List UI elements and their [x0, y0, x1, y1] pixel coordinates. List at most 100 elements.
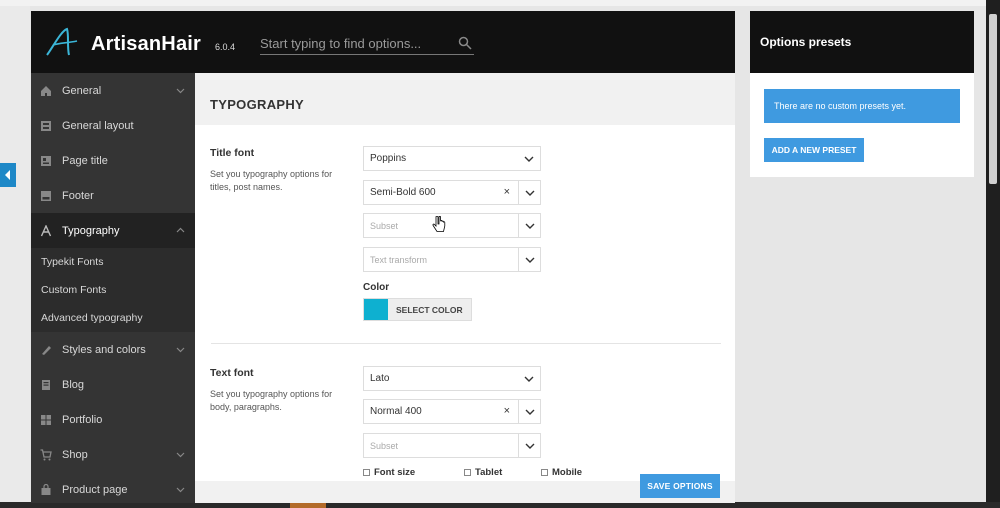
font-size-toggle[interactable]: Font size: [363, 467, 415, 478]
select-value: Poppins: [370, 153, 407, 164]
select-color-button[interactable]: SELECT COLOR: [363, 298, 472, 321]
tablet-label: Tablet: [475, 467, 503, 478]
chevron-down-icon: [525, 443, 534, 449]
save-options-button[interactable]: SAVE OPTIONS: [640, 474, 720, 498]
select-value: Lato: [370, 373, 390, 384]
sidebar-subitem-custom-fonts[interactable]: Custom Fonts: [31, 276, 195, 304]
sidebar-item-label: Typography: [62, 224, 120, 237]
chevron-down-icon: [524, 376, 534, 382]
select-color-label: SELECT COLOR: [396, 304, 463, 315]
blog-icon: [42, 379, 50, 390]
collapse-toggle-icon[interactable]: [0, 163, 16, 187]
search-icon[interactable]: [458, 36, 472, 50]
sidebar-item-label: Product page: [62, 483, 128, 496]
brand-name: ArtisanHair: [91, 33, 202, 55]
text-font-description: Set you typography options for body, par…: [210, 389, 333, 412]
chevron-down-icon: [525, 257, 534, 263]
mobile-icon: [541, 469, 548, 476]
sidebar-item-label: General: [62, 84, 102, 97]
search-box: [260, 33, 474, 55]
select-placeholder: Subset: [370, 220, 399, 231]
sidebar-item-footer[interactable]: Footer: [31, 178, 195, 213]
tablet-icon: [464, 469, 471, 476]
text-font-family-select[interactable]: Lato: [363, 366, 541, 391]
text-font-weight-select[interactable]: Normal 400 ×: [363, 399, 541, 424]
sidebar-item-styles-and-colors[interactable]: Styles and colors: [31, 332, 195, 367]
desktop-icon: [363, 469, 370, 476]
mobile-label: Mobile: [552, 467, 583, 478]
chevron-down-icon: [525, 190, 534, 196]
sidebar-item-blog[interactable]: Blog: [31, 367, 195, 402]
clear-icon[interactable]: ×: [504, 186, 510, 198]
sidebar-item-general-layout[interactable]: General layout: [31, 108, 195, 143]
select-value: Semi-Bold 600: [370, 187, 436, 198]
sidebar-item-label: General layout: [62, 119, 134, 132]
chevron-down-icon: [176, 88, 185, 94]
panel-header: ArtisanHair 6.0.4: [31, 11, 735, 73]
title-font-subset-select[interactable]: Subset: [363, 213, 541, 238]
layout-icon: [41, 120, 51, 131]
search-input[interactable]: [260, 33, 450, 53]
grid-icon: [41, 414, 51, 425]
sidebar-item-portfolio[interactable]: Portfolio: [31, 402, 195, 437]
chevron-down-icon: [176, 347, 185, 353]
title-font-heading: Title font: [210, 147, 255, 159]
typography-icon: [40, 224, 52, 236]
select-placeholder: Text transform: [370, 254, 428, 265]
sidebar-item-label: Blog: [62, 378, 85, 391]
hand-cursor-icon: [432, 216, 446, 232]
sidebar-item-label: Page title: [62, 154, 108, 167]
select-placeholder: Subset: [370, 440, 399, 451]
brush-icon: [42, 345, 51, 355]
content-area: TYPOGRAPHY Title font Set you typography…: [195, 73, 735, 503]
sidebar-subitem-typekit-fonts[interactable]: Typekit Fonts: [31, 248, 195, 276]
text-font-heading: Text font: [210, 367, 254, 379]
add-preset-button[interactable]: ADD A NEW PRESET: [764, 138, 864, 162]
chevron-down-icon: [176, 452, 185, 458]
chevron-up-icon: [176, 227, 185, 233]
title-font-transform-select[interactable]: Text transform: [363, 247, 541, 272]
scrollbar[interactable]: [986, 0, 1000, 508]
version-label: 6.0.4: [215, 42, 236, 52]
top-edge: [0, 0, 1000, 6]
chevron-down-icon: [525, 223, 534, 229]
sidebar-item-general[interactable]: General: [31, 73, 195, 108]
chevron-down-icon: [176, 487, 185, 493]
title-font-family-select[interactable]: Poppins: [363, 146, 541, 171]
color-label: Color: [363, 282, 390, 293]
presets-title: Options presets: [750, 11, 974, 73]
sidebar-item-label: Footer: [62, 189, 94, 202]
brand-logo-icon: [46, 27, 78, 56]
page-title-icon: [41, 155, 51, 166]
text-font-subset-select[interactable]: Subset: [363, 433, 541, 458]
sidebar-item-shop[interactable]: Shop: [31, 437, 195, 472]
options-panel: ArtisanHair 6.0.4 General General layout…: [31, 11, 735, 503]
color-swatch: [364, 299, 388, 320]
sidebar-item-page-title[interactable]: Page title: [31, 143, 195, 178]
presets-notice: There are no custom presets yet.: [764, 89, 960, 123]
footer-icon: [41, 190, 51, 201]
sidebar-nav: General General layout Page title Footer…: [31, 73, 195, 503]
clear-icon[interactable]: ×: [504, 405, 510, 417]
cart-icon: [40, 448, 52, 460]
bag-icon: [41, 483, 51, 495]
title-font-weight-select[interactable]: Semi-Bold 600 ×: [363, 180, 541, 205]
chevron-down-icon: [524, 156, 534, 162]
sidebar-item-label: Styles and colors: [62, 343, 146, 356]
font-size-label: Font size: [374, 467, 416, 478]
chevron-down-icon: [525, 409, 534, 415]
home-icon: [41, 85, 51, 96]
scrollbar-thumb[interactable]: [989, 14, 997, 184]
left-rail: [0, 6, 30, 508]
page-title: TYPOGRAPHY: [210, 97, 305, 112]
sidebar-item-product-page[interactable]: Product page: [31, 472, 195, 503]
sidebar-item-typography[interactable]: Typography: [31, 213, 195, 248]
presets-panel: Options presets There are no custom pres…: [750, 11, 974, 177]
title-font-description: Set you typography options for titles, p…: [210, 169, 333, 192]
tablet-toggle[interactable]: Tablet: [464, 467, 502, 478]
sidebar-item-label: Shop: [62, 448, 88, 461]
sidebar-subitem-advanced-typography[interactable]: Advanced typography: [31, 304, 195, 332]
mobile-toggle[interactable]: Mobile: [541, 467, 582, 478]
select-value: Normal 400: [370, 406, 422, 417]
section-divider: [211, 343, 721, 344]
